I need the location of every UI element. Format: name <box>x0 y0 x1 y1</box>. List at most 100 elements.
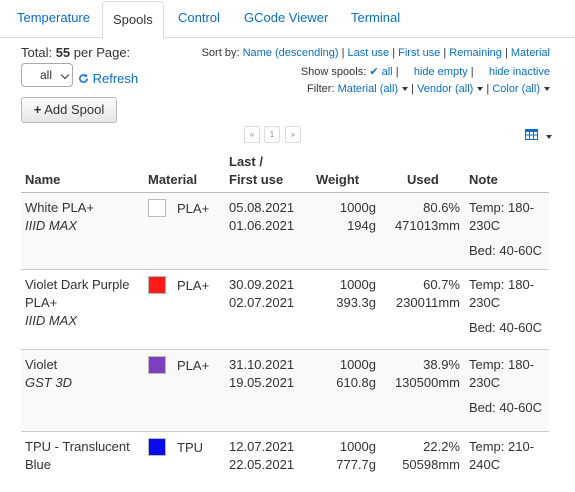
refresh-link[interactable]: Refresh <box>78 71 138 86</box>
pagination: « 1 » <box>0 126 575 144</box>
show-all[interactable]: ✔ all <box>369 66 392 78</box>
check-icon: ✔ <box>369 66 379 78</box>
color-swatch <box>148 276 166 294</box>
tab-control[interactable]: Control <box>168 0 230 36</box>
pager-prev[interactable]: « <box>244 126 260 143</box>
spool-last-use: 30.09.2021 <box>229 277 295 292</box>
total-label: Total: <box>21 45 53 60</box>
col-used[interactable]: Used <box>407 170 439 189</box>
table-icon <box>525 129 538 140</box>
show-spools-label: Show spools: <box>300 66 367 78</box>
spool-used-percent: 60.7% <box>423 277 460 292</box>
sort-remaining[interactable]: Remaining <box>449 47 502 59</box>
spool-vendor: IIID MAX <box>25 218 78 233</box>
filter-material[interactable]: Material (all) <box>338 83 409 95</box>
spool-used-percent: 22.2% <box>423 439 460 454</box>
spool-last-use: 12.07.2021 <box>229 439 295 454</box>
spool-note-cont: 230C <box>469 375 501 390</box>
spool-material: TPU <box>177 440 203 455</box>
filter-material-label: Material (all) <box>337 83 399 95</box>
per-page-label: per Page: <box>73 45 131 60</box>
spool-vendor: IIID MAX <box>25 313 78 328</box>
caret-down-icon <box>545 134 552 139</box>
spool-remaining: 610.8g <box>336 375 376 390</box>
total-value: 55 <box>55 45 71 60</box>
color-swatch <box>148 199 166 217</box>
pager-page-1[interactable]: 1 <box>264 126 280 143</box>
spool-name: TPU - Translucent <box>25 439 130 454</box>
refresh-label: Refresh <box>92 71 139 86</box>
spool-material: PLA+ <box>177 201 210 216</box>
spool-remaining: 393.3g <box>336 295 376 310</box>
show-all-label: all <box>381 66 393 78</box>
total-count: Total: 55 per Page: <box>21 45 130 60</box>
col-last-use[interactable]: Last / <box>229 152 263 171</box>
color-swatch <box>148 356 166 374</box>
spool-note: Temp: 210- <box>469 439 535 454</box>
row-divider <box>21 349 549 350</box>
caret-down-icon <box>402 87 409 92</box>
spool-last-use: 05.08.2021 <box>229 200 295 215</box>
col-note[interactable]: Note <box>469 170 498 189</box>
tab-bar: Temperature Spools Control GCode Viewer … <box>0 0 575 39</box>
filter-color[interactable]: Color (all) <box>492 83 550 95</box>
spool-remaining: 777.7g <box>336 457 376 472</box>
chevron-down-icon <box>60 70 70 80</box>
sort-by: Sort by: Name (descending) | Last use | … <box>201 47 550 59</box>
spool-material: PLA+ <box>177 278 210 293</box>
pager-next[interactable]: » <box>285 126 301 143</box>
sort-name-desc[interactable]: Name (descending) <box>243 47 339 59</box>
add-spool-button[interactable]: + Add Spool <box>21 97 117 123</box>
refresh-icon <box>79 73 88 83</box>
sort-material[interactable]: Material <box>511 47 550 59</box>
spool-vendor: GST 3D <box>25 375 72 390</box>
tab-temperature[interactable]: Temperature <box>7 0 100 36</box>
spool-note-bed: Bed: 40-60C <box>469 320 542 335</box>
filter-color-label: Color (all) <box>492 83 540 95</box>
sort-label: Sort by: <box>201 47 240 59</box>
spool-first-use: 01.06.2021 <box>229 218 295 233</box>
sort-last-use[interactable]: Last use <box>348 47 390 59</box>
hide-empty[interactable]: hide empty <box>414 66 468 78</box>
tab-spools[interactable]: Spools <box>102 1 164 39</box>
spool-material: PLA+ <box>177 358 210 373</box>
spool-name: Violet Dark Purple <box>25 277 130 292</box>
color-swatch <box>148 438 166 456</box>
col-weight[interactable]: Weight <box>316 170 359 189</box>
spool-name-cont: Blue <box>25 457 52 472</box>
spool-used-percent: 80.6% <box>423 200 460 215</box>
spool-note-cont: 240C <box>469 457 501 472</box>
spool-note: Temp: 180- <box>469 357 535 372</box>
spool-weight: 1000g <box>339 277 376 292</box>
col-name[interactable]: Name <box>25 170 60 189</box>
tab-gcode-viewer[interactable]: GCode Viewer <box>234 0 338 36</box>
per-page-select[interactable]: all <box>21 63 73 87</box>
per-page-value: all <box>40 68 53 82</box>
spool-used-length: 50598mm <box>402 457 460 472</box>
filter-bar: Filter: Material (all) | Vendor (all) | … <box>307 83 550 95</box>
spool-used-length: 130500mm <box>394 375 460 390</box>
spool-remaining: 194g <box>347 218 376 233</box>
tab-terminal[interactable]: Terminal <box>341 0 410 36</box>
spool-used-length: 471013mm <box>394 218 460 233</box>
spool-name: White PLA+ <box>25 200 95 215</box>
filter-vendor-label: Vendor (all) <box>417 83 474 95</box>
plus-icon: + <box>33 102 42 117</box>
col-first-use[interactable]: First use <box>229 170 283 189</box>
show-spools: Show spools: ✔ all | hide empty | hide i… <box>300 66 550 78</box>
spool-used-length: 230011mm <box>395 295 460 310</box>
spool-used-percent: 38.9% <box>423 357 460 372</box>
add-spool-label: Add Spool <box>44 102 105 117</box>
filter-label: Filter: <box>307 83 335 95</box>
row-divider <box>21 431 549 432</box>
caret-down-icon <box>544 87 550 92</box>
filter-vendor[interactable]: Vendor (all) <box>417 83 484 95</box>
hide-inactive[interactable]: hide inactive <box>489 66 550 78</box>
spool-note-bed: Bed: 40-60C <box>469 400 542 415</box>
spool-name: Violet <box>25 357 58 372</box>
col-material[interactable]: Material <box>148 170 197 189</box>
spool-first-use: 22.05.2021 <box>229 457 295 472</box>
spool-note-bed: Bed: 40-60C <box>469 243 542 258</box>
sort-first-use[interactable]: First use <box>398 47 440 59</box>
column-view-toggle[interactable] <box>525 128 552 143</box>
